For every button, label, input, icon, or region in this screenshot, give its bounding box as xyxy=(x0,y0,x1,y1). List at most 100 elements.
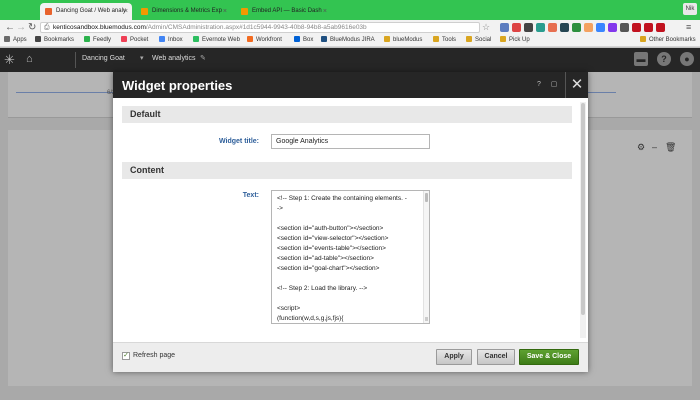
star-icon xyxy=(35,36,41,42)
extension-icon[interactable] xyxy=(656,23,665,32)
chat-icon[interactable]: ▬ xyxy=(634,52,648,66)
bookmark-feedly[interactable]: Feedly xyxy=(84,35,111,46)
apply-button[interactable]: Apply xyxy=(436,349,472,365)
code-line: <!-- Step 1: Create the containing eleme… xyxy=(277,195,407,202)
menu-icon[interactable]: ≡ xyxy=(686,21,691,34)
site-chevron-icon[interactable]: ▾ xyxy=(140,48,144,70)
box-icon xyxy=(294,36,300,42)
analytics-favicon-icon xyxy=(241,8,248,15)
user-profile-button[interactable]: Nik xyxy=(683,3,697,15)
code-line: <section id="ad-table"></section> xyxy=(277,255,374,262)
analytics-favicon-icon xyxy=(141,8,148,15)
bookmark-other[interactable]: Other Bookmarks xyxy=(640,35,696,46)
bookmarks-bar: Apps Bookmarks Feedly Pocket Inbox Evern… xyxy=(0,35,700,47)
dialog-scrollbar[interactable] xyxy=(580,102,586,338)
folder-icon xyxy=(384,36,390,42)
workfront-icon xyxy=(247,36,253,42)
tab-label: Dimensions & Metrics Exp xyxy=(152,8,223,14)
url-input[interactable]: ⎙ kenticosandbox.bluemodus.com/Admin/CMS… xyxy=(40,22,480,33)
extension-icon[interactable] xyxy=(644,23,653,32)
tab-dimensions-metrics[interactable]: Dimensions & Metrics Exp × xyxy=(136,3,231,20)
bookmark-tools[interactable]: Tools xyxy=(433,35,456,46)
pin-icon[interactable]: ✎ xyxy=(200,48,206,70)
extension-icon[interactable] xyxy=(500,23,509,32)
extension-icon[interactable] xyxy=(548,23,557,32)
text-code-area[interactable]: <!-- Step 1: Create the containing eleme… xyxy=(271,190,430,324)
url-host: kenticosandbox.bluemodus.com xyxy=(53,24,146,31)
bookmark-apps[interactable]: Apps xyxy=(4,35,27,46)
kentico-logo-icon[interactable]: ✳ xyxy=(4,52,15,68)
bookmark-inbox[interactable]: Inbox xyxy=(159,35,183,46)
jira-icon xyxy=(321,36,327,42)
extension-icon[interactable] xyxy=(608,23,617,32)
bookmark-pick-up[interactable]: Pick Up xyxy=(500,35,530,46)
save-close-button[interactable]: Save & Close xyxy=(519,349,579,365)
extension-icon[interactable] xyxy=(620,23,629,32)
resize-handle-icon[interactable] xyxy=(425,317,428,321)
extension-icon[interactable] xyxy=(536,23,545,32)
user-icon[interactable]: ● xyxy=(680,52,694,66)
kentico-favicon-icon xyxy=(45,8,52,15)
cancel-button[interactable]: Cancel xyxy=(477,349,515,365)
code-line: <section id="view-selector"></section> xyxy=(277,235,389,242)
code-line: (function(w,d,s,g,js,fjs){ xyxy=(277,315,344,322)
widget-properties-dialog: Widget properties ? ▢ ✕ Default Widget t… xyxy=(113,72,588,372)
bookmark-star-icon[interactable]: ☆ xyxy=(482,21,490,34)
bookmark-evernote[interactable]: Evernote Web xyxy=(193,35,240,46)
section-default: Default xyxy=(122,106,572,123)
close-icon[interactable]: × xyxy=(223,3,227,20)
bookmark-pocket[interactable]: Pocket xyxy=(121,35,148,46)
close-icon[interactable]: × xyxy=(323,3,327,20)
refresh-page-label[interactable]: Refresh page xyxy=(133,350,175,362)
bookmark-box[interactable]: Box xyxy=(294,35,313,46)
code-area-scrollbar[interactable] xyxy=(423,191,429,323)
close-icon[interactable]: × xyxy=(124,3,128,20)
scrollbar-thumb[interactable] xyxy=(581,103,585,315)
extension-icon[interactable] xyxy=(596,23,605,32)
app-title[interactable]: Web analytics xyxy=(152,48,195,70)
site-selector[interactable]: Dancing Goat xyxy=(82,48,125,70)
extension-icon[interactable] xyxy=(524,23,533,32)
code-line: <!-- Step 2: Load the library. --> xyxy=(277,285,368,292)
section-content: Content xyxy=(122,162,572,179)
tab-embed-api[interactable]: Embed API — Basic Dash × xyxy=(236,3,331,20)
extension-icon[interactable] xyxy=(560,23,569,32)
tab-dancing-goat[interactable]: Dancing Goat / Web analy × xyxy=(40,3,132,20)
bookmark-workfront[interactable]: Workfront xyxy=(247,35,282,46)
reload-icon[interactable]: ↻ xyxy=(28,21,36,34)
help-icon[interactable]: ? xyxy=(534,72,544,98)
evernote-icon xyxy=(193,36,199,42)
help-icon[interactable]: ? xyxy=(657,52,671,66)
extension-icon[interactable] xyxy=(512,23,521,32)
page-bottom xyxy=(0,386,700,400)
code-line: <script> xyxy=(277,305,301,312)
folder-icon xyxy=(640,36,646,42)
browser-tab-bar: Dancing Goat / Web analy × Dimensions & … xyxy=(0,0,700,20)
gear-icon[interactable]: ⚙ xyxy=(637,142,645,153)
page-info-icon[interactable]: ⎙ xyxy=(44,23,50,32)
refresh-page-checkbox[interactable]: ✓ xyxy=(122,352,130,360)
back-arrow-icon[interactable]: ← xyxy=(5,21,15,34)
maximize-icon[interactable]: ▢ xyxy=(549,72,559,98)
scrollbar-thumb[interactable] xyxy=(425,193,428,202)
widget-title-input[interactable]: Google Analytics xyxy=(271,134,430,149)
extension-icon[interactable] xyxy=(572,23,581,32)
extension-icon[interactable] xyxy=(584,23,593,32)
extension-icon[interactable] xyxy=(632,23,641,32)
dialog-header: Widget properties ? ▢ ✕ xyxy=(113,72,588,98)
bookmark-jira[interactable]: BlueModus JIRA xyxy=(321,35,375,46)
bookmark-bluemodus[interactable]: blueModus xyxy=(384,35,422,46)
home-icon[interactable]: ⌂ xyxy=(26,53,33,65)
bookmark-bookmarks[interactable]: Bookmarks xyxy=(35,35,74,46)
url-path: /Admin/CMSAdministration.aspx#1d1c5944-9… xyxy=(145,24,367,31)
code-line: <section id="auth-button"></section> xyxy=(277,225,384,232)
forward-arrow-icon[interactable]: → xyxy=(16,21,26,34)
inbox-icon xyxy=(159,36,165,42)
minimize-icon[interactable]: – xyxy=(652,142,657,152)
bookmark-social[interactable]: Social xyxy=(466,35,491,46)
trash-icon[interactable]: 🗑 xyxy=(665,142,676,153)
code-line: -> xyxy=(277,205,283,212)
close-icon[interactable]: ✕ xyxy=(565,72,588,98)
widget-title-label: Widget title: xyxy=(219,138,259,145)
divider xyxy=(75,52,76,68)
